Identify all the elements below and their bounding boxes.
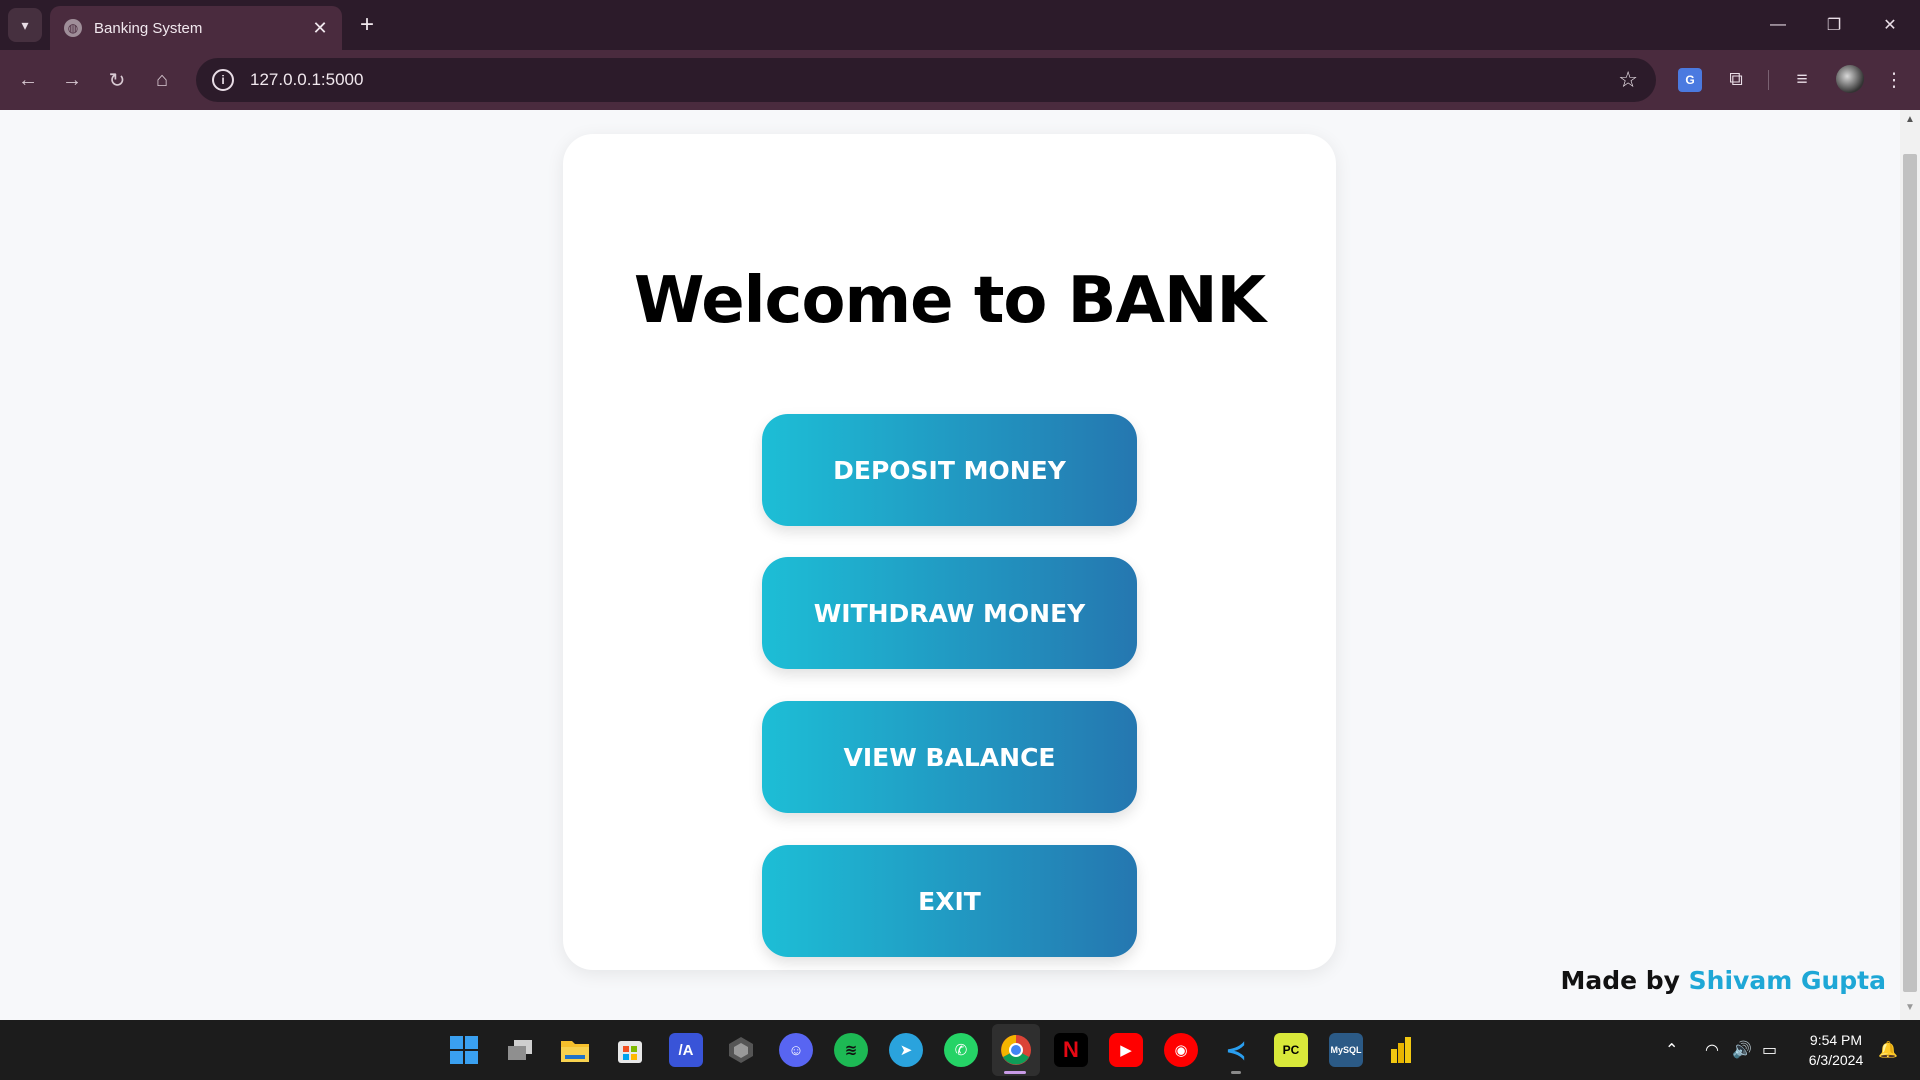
task-view-icon[interactable] [503, 1033, 537, 1067]
telegram-icon[interactable]: ➤ [889, 1033, 923, 1067]
vertical-scrollbar[interactable]: ▲ ▼ [1900, 110, 1920, 1020]
new-tab-button[interactable]: + [352, 10, 382, 40]
pycharm-icon[interactable]: PC [1274, 1033, 1308, 1067]
close-tab-icon[interactable]: ✕ [310, 18, 330, 39]
power-bi-icon[interactable] [1384, 1033, 1418, 1067]
restore-icon[interactable]: ❐ [1816, 10, 1852, 40]
discord-icon[interactable]: ☺ [779, 1033, 813, 1067]
mysql-workbench-icon[interactable]: MySQL [1329, 1033, 1363, 1067]
whatsapp-icon[interactable]: ✆ [944, 1033, 978, 1067]
url-text: 127.0.0.1:5000 [250, 70, 364, 89]
page-viewport: Welcome to BANK DEPOSIT MONEY WITHDRAW M… [0, 110, 1900, 1020]
tab-banking-system[interactable]: ◍ Banking System ✕ [50, 6, 342, 50]
menu-icon[interactable]: ⋮ [1878, 64, 1910, 96]
chrome-active-indicator [1004, 1071, 1026, 1074]
windows-taskbar: /A ☺ ≋ ➤ ✆ N ▶ ◉ ≺ PC MySQL ⌃ ◠ 🔊 ▭ 9:54… [0, 1020, 1920, 1080]
microsoft-store-icon[interactable] [613, 1033, 647, 1067]
chrome-icon[interactable] [999, 1033, 1033, 1067]
notifications-bell-icon[interactable]: 🔔 [1878, 1040, 1898, 1060]
profile-avatar[interactable] [1836, 65, 1864, 93]
media-control-icon[interactable]: ≡ [1786, 64, 1818, 96]
tab-title: Banking System [94, 19, 203, 37]
code-editor-icon[interactable]: /A [669, 1033, 703, 1067]
view-balance-button[interactable]: VIEW BALANCE [762, 701, 1137, 813]
extensions-icon[interactable]: ⧉ [1720, 64, 1752, 96]
clock-date: 6/3/2024 [1808, 1052, 1864, 1068]
vscode-running-indicator [1231, 1071, 1241, 1074]
vscode-icon[interactable]: ≺ [1219, 1033, 1253, 1067]
clock-time: 9:54 PM [1809, 1032, 1863, 1048]
minimize-icon[interactable]: — [1760, 10, 1796, 40]
netflix-icon[interactable]: N [1054, 1033, 1088, 1067]
tab-search-button[interactable]: ▾ [8, 8, 42, 42]
main-card: Welcome to BANK DEPOSIT MONEY WITHDRAW M… [563, 134, 1336, 970]
footer-author: Shivam Gupta [1688, 966, 1886, 995]
scroll-up-arrow-icon[interactable]: ▲ [1900, 114, 1920, 128]
footer-credit: Made by Shivam Gupta [1560, 966, 1886, 995]
deposit-money-button[interactable]: DEPOSIT MONEY [762, 414, 1137, 526]
unity-icon[interactable] [724, 1033, 758, 1067]
system-clock[interactable]: 9:54 PM 6/3/2024 [1800, 1030, 1872, 1070]
volume-icon[interactable]: 🔊 [1732, 1040, 1752, 1060]
scroll-down-arrow-icon[interactable]: ▼ [1900, 1002, 1920, 1016]
wifi-icon[interactable]: ◠ [1705, 1040, 1719, 1060]
close-window-icon[interactable]: ✕ [1872, 10, 1908, 40]
reload-icon[interactable]: ↻ [101, 64, 133, 96]
page-title: Welcome to BANK [633, 264, 1266, 338]
home-icon[interactable]: ⌂ [146, 64, 178, 96]
battery-icon[interactable]: ▭ [1762, 1040, 1777, 1060]
globe-icon: ◍ [64, 19, 82, 37]
withdraw-money-button[interactable]: WITHDRAW MONEY [762, 557, 1137, 669]
site-info-icon[interactable]: i [212, 69, 234, 91]
show-hidden-icons-icon[interactable]: ⌃ [1665, 1040, 1678, 1060]
scroll-thumb[interactable] [1903, 154, 1917, 992]
windows-start-icon[interactable] [447, 1033, 481, 1067]
forward-icon[interactable]: → [56, 64, 88, 96]
exit-button[interactable]: EXIT [762, 845, 1137, 957]
bookmark-star-icon[interactable]: ☆ [1618, 67, 1638, 93]
youtube-music-icon[interactable]: ◉ [1164, 1033, 1198, 1067]
footer-made-by: Made by [1560, 966, 1689, 995]
address-bar[interactable]: i 127.0.0.1:5000 ☆ [196, 58, 1656, 102]
file-explorer-icon[interactable] [558, 1033, 592, 1067]
spotify-icon[interactable]: ≋ [834, 1033, 868, 1067]
browser-tab-bar: ▾ ◍ Banking System ✕ + — ❐ ✕ [0, 0, 1920, 50]
toolbar-divider [1768, 70, 1769, 90]
back-icon[interactable]: ← [12, 64, 44, 96]
translate-icon[interactable]: G [1678, 68, 1702, 92]
youtube-icon[interactable]: ▶ [1109, 1033, 1143, 1067]
browser-toolbar: ← → ↻ ⌂ i 127.0.0.1:5000 ☆ G ⧉ ≡ ⋮ [0, 50, 1920, 110]
